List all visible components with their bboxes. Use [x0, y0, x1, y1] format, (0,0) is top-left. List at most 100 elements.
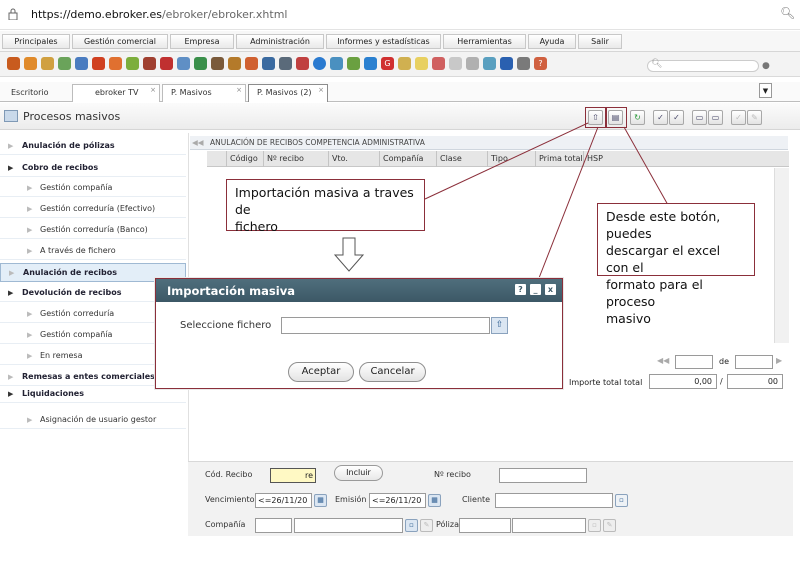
minimize-icon[interactable]: _	[530, 284, 541, 295]
lightbulb-icon[interactable]	[415, 57, 428, 70]
menu-empresa[interactable]: Empresa	[170, 34, 234, 49]
mail-icon[interactable]	[432, 57, 445, 70]
settings-icon[interactable]	[279, 57, 292, 70]
disabled-edit-button[interactable]: ✎	[747, 110, 762, 125]
document-icon[interactable]	[449, 57, 462, 70]
user-icon[interactable]	[24, 57, 37, 70]
tools-icon[interactable]	[517, 57, 530, 70]
column-codigo[interactable]: Código	[226, 151, 263, 167]
sidebar-item-gestion-correduria-banco[interactable]: ▶ Gestión correduría (Banco)	[0, 221, 186, 239]
tab-list-dropdown-icon[interactable]: ▼	[759, 83, 772, 98]
refresh-icon[interactable]	[109, 57, 122, 70]
check-icon[interactable]	[500, 57, 513, 70]
edit-icon[interactable]: ✎	[420, 519, 433, 532]
column-vto[interactable]: Vto.	[328, 151, 379, 167]
column-compania[interactable]: Compañía	[379, 151, 436, 167]
cod-recibo-input[interactable]: re	[270, 468, 316, 483]
vencimiento-input[interactable]: <=26/11/20	[255, 493, 312, 508]
cliente-input[interactable]	[495, 493, 613, 508]
shield-icon[interactable]	[347, 57, 360, 70]
upload-icon[interactable]: ⇧	[491, 317, 508, 334]
bell-icon[interactable]	[296, 57, 309, 70]
diamond-icon[interactable]	[330, 57, 343, 70]
car-icon[interactable]	[177, 57, 190, 70]
url-text[interactable]: https://demo.ebroker.es/ebroker/ebroker.…	[31, 8, 287, 21]
disabled-check-button[interactable]: ✓	[731, 110, 746, 125]
pencil-icon[interactable]	[126, 57, 139, 70]
sidebar-item-anulacion-polizas[interactable]: ▶ Anulación de pólizas	[0, 137, 186, 155]
refresh-button[interactable]: ↻	[630, 110, 645, 125]
compania-code-input[interactable]	[255, 518, 292, 533]
column-n-recibo[interactable]: Nº recibo	[263, 151, 328, 167]
poliza-detail-input[interactable]	[512, 518, 586, 533]
monitor-icon[interactable]	[75, 57, 88, 70]
g-icon[interactable]: G	[381, 57, 394, 70]
poliza-input[interactable]	[459, 518, 511, 533]
tab-p-masivos[interactable]: P. Masivos ×	[162, 84, 246, 102]
column-clase[interactable]: Clase	[436, 151, 487, 167]
compania-name-input[interactable]	[294, 518, 403, 533]
toolbar-search-input[interactable]: 🔍︎	[647, 59, 759, 72]
close-icon[interactable]: x	[545, 284, 556, 295]
browser-address-bar[interactable]: https://demo.ebroker.es/ebroker/ebroker.…	[0, 0, 800, 30]
close-icon[interactable]: ×	[150, 82, 156, 98]
search-icon[interactable]: ▫	[405, 519, 418, 532]
calendar-icon[interactable]: ▦	[428, 494, 441, 507]
check-button[interactable]: ✓	[653, 110, 668, 125]
menu-administracion[interactable]: Administración	[236, 34, 324, 49]
check-all-button[interactable]: ✓	[669, 110, 684, 125]
sidebar-item-a-traves-fichero[interactable]: ▶ A través de fichero	[0, 242, 186, 260]
calendar-icon[interactable]: ▦	[314, 494, 327, 507]
tab-escritorio[interactable]: Escritorio	[2, 84, 72, 102]
question-icon[interactable]: ?	[534, 57, 547, 70]
accept-button[interactable]: Aceptar	[288, 362, 354, 382]
menu-principales[interactable]: Principales	[2, 34, 70, 49]
clipboard-icon[interactable]	[466, 57, 479, 70]
grid-scrollbar[interactable]	[774, 168, 789, 343]
cancel-button[interactable]: Cancelar	[359, 362, 426, 382]
link-icon[interactable]	[483, 57, 496, 70]
chart-icon[interactable]	[194, 57, 207, 70]
users-group-icon[interactable]	[245, 57, 258, 70]
sidebar-item-asignacion-usuario[interactable]: ▶ Asignación de usuario gestor	[0, 411, 186, 429]
n-recibo-input[interactable]	[499, 468, 587, 483]
next-page-icon[interactable]: ▶	[776, 356, 782, 365]
card-icon[interactable]	[58, 57, 71, 70]
column-tipo[interactable]: Tipo	[487, 151, 535, 167]
zoom-icon[interactable]: 🔍︎	[780, 6, 795, 20]
menu-informes[interactable]: Informes y estadísticas	[326, 34, 441, 49]
sidebar-item-gestion-correduria-efectivo[interactable]: ▶ Gestión correduría (Efectivo)	[0, 200, 186, 218]
card-button[interactable]: ▭	[692, 110, 707, 125]
search-options-icon[interactable]: ●	[762, 61, 770, 71]
sidebar-item-gestion-compania[interactable]: ▶ Gestión compañía	[0, 179, 186, 197]
help-icon[interactable]: ?	[515, 284, 526, 295]
user-card-button[interactable]: ▭	[708, 110, 723, 125]
briefcase-icon[interactable]	[143, 57, 156, 70]
search-icon[interactable]: ▫	[588, 519, 601, 532]
column-prima-total[interactable]: Prima total	[535, 151, 583, 167]
person-icon[interactable]	[211, 57, 224, 70]
tab-p-masivos-2[interactable]: P. Masivos (2) ×	[248, 84, 328, 102]
edit-icon[interactable]: ✎	[603, 519, 616, 532]
close-icon[interactable]: ×	[236, 82, 242, 98]
box-icon[interactable]	[7, 57, 20, 70]
handshake-icon[interactable]	[262, 57, 275, 70]
menu-salir[interactable]: Salir	[578, 34, 622, 49]
menu-herramientas[interactable]: Herramientas	[443, 34, 526, 49]
menu-ayuda[interactable]: Ayuda	[528, 34, 576, 49]
incluir-button[interactable]: Incluir	[334, 465, 383, 481]
file-input[interactable]	[281, 317, 490, 334]
column-hsp[interactable]: HSP	[583, 151, 617, 167]
emision-input[interactable]: <=26/11/20	[369, 493, 426, 508]
sync-icon[interactable]	[364, 57, 377, 70]
folder-icon[interactable]	[398, 57, 411, 70]
collapse-icon[interactable]: ◀◀	[192, 136, 204, 150]
users-icon[interactable]	[41, 57, 54, 70]
search-icon[interactable]: ▫	[615, 494, 628, 507]
group-icon[interactable]	[228, 57, 241, 70]
fire-icon[interactable]	[92, 57, 105, 70]
menu-gestion-comercial[interactable]: Gestión comercial	[72, 34, 168, 49]
page-number-input[interactable]	[675, 355, 713, 369]
calendar-icon[interactable]	[160, 57, 173, 70]
globe-icon[interactable]	[313, 57, 326, 70]
